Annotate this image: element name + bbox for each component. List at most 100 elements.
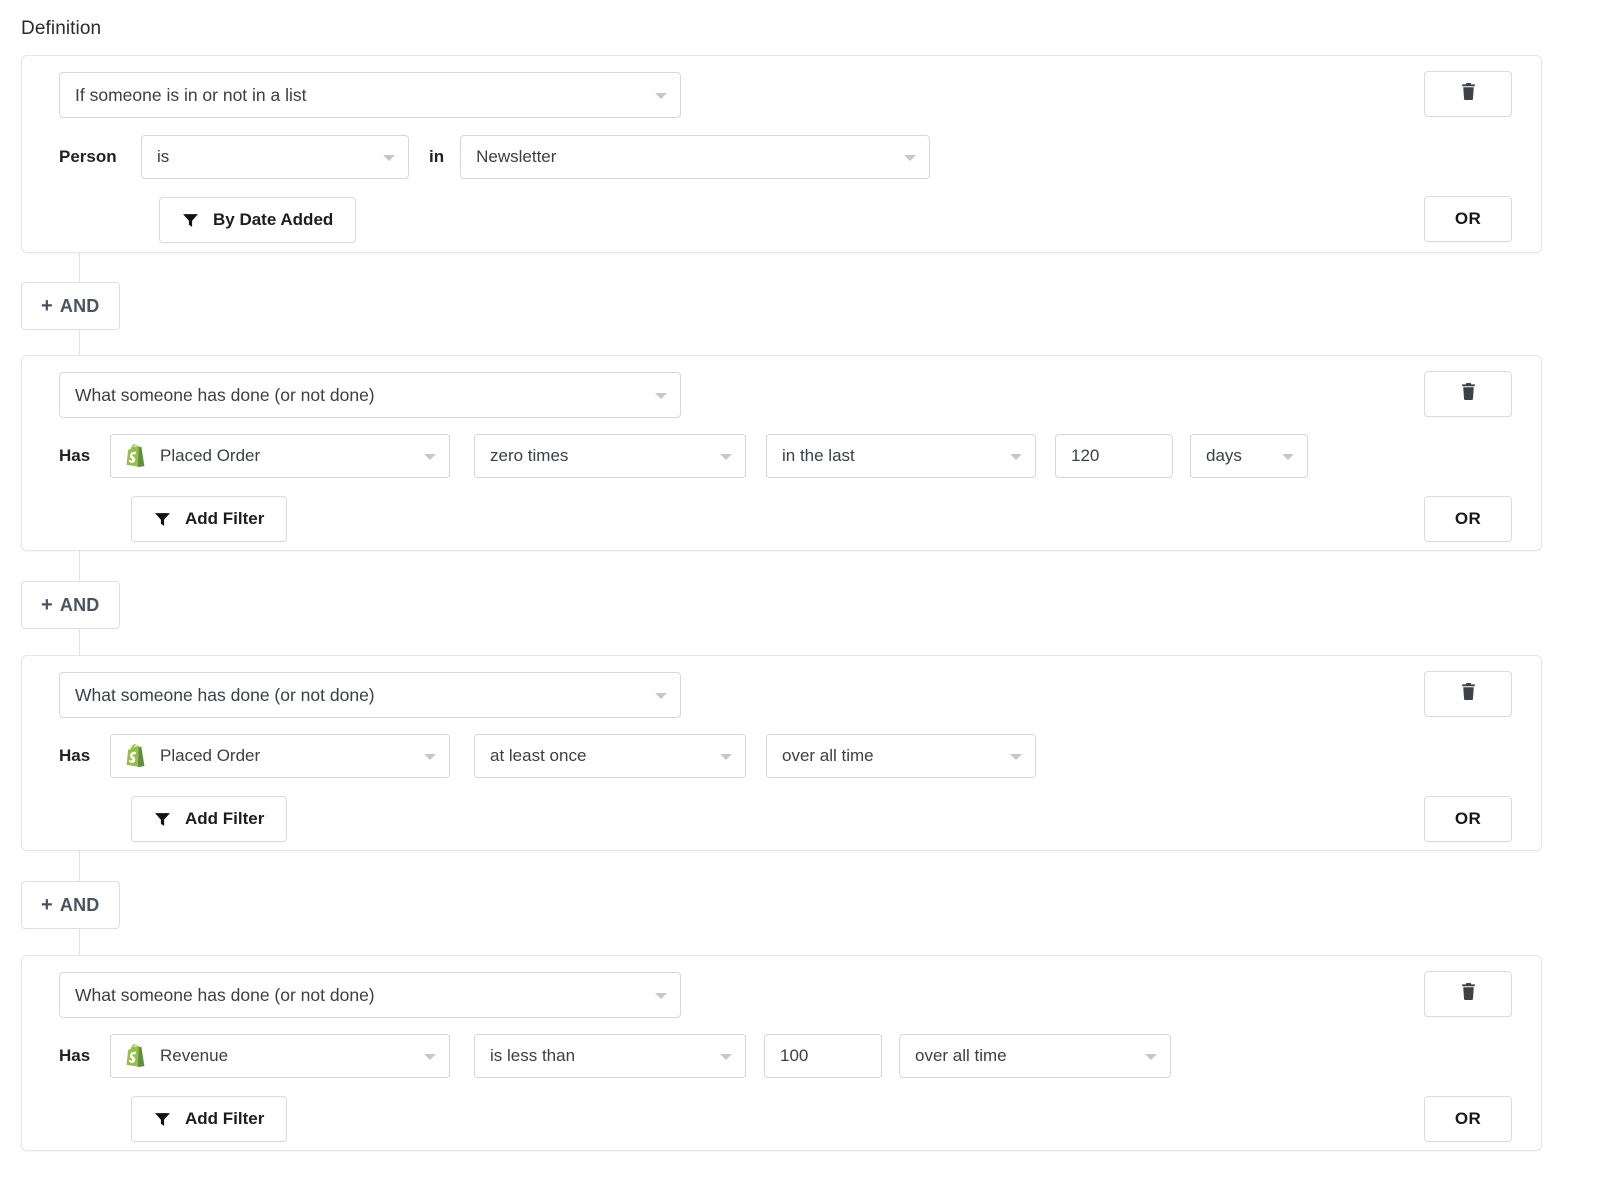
unit-select-2[interactable]: days <box>1190 434 1308 478</box>
condition-type-value: If someone is in or not in a list <box>75 85 307 106</box>
chevron-down-icon <box>720 1054 732 1060</box>
funnel-icon <box>154 811 171 828</box>
and-label: AND <box>60 296 100 317</box>
amount-input-2[interactable]: 120 <box>1055 434 1173 478</box>
condition-card-3: What someone has done (or not done) Has … <box>21 655 1542 851</box>
chevron-down-icon <box>1010 454 1022 460</box>
chevron-down-icon <box>655 393 667 399</box>
shopify-icon <box>126 444 148 468</box>
has-row-2: Has Placed Order zero times in the last <box>59 434 1308 478</box>
person-operator-select[interactable]: is <box>141 135 409 179</box>
metric-value: Revenue <box>160 1046 228 1066</box>
add-filter-button[interactable]: Add Filter <box>131 1096 287 1142</box>
or-button[interactable]: OR <box>1424 496 1512 542</box>
add-filter-button[interactable]: Add Filter <box>131 496 287 542</box>
list-select[interactable]: Newsletter <box>460 135 930 179</box>
condition-type-select-1[interactable]: If someone is in or not in a list <box>59 72 681 118</box>
person-row: Person is in Newsletter <box>59 135 930 179</box>
condition-type-select-2[interactable]: What someone has done (or not done) <box>59 372 681 418</box>
amount-value: 100 <box>780 1046 808 1066</box>
trash-icon <box>1460 82 1477 106</box>
or-button[interactable]: OR <box>1424 1096 1512 1142</box>
add-filter-row-2: Add Filter <box>131 496 287 542</box>
delete-row-1 <box>1424 71 1512 117</box>
timeframe-value: over all time <box>782 746 874 766</box>
chevron-down-icon <box>1010 754 1022 760</box>
add-and-button-3[interactable]: + AND <box>21 881 120 929</box>
chevron-down-icon <box>655 93 667 99</box>
frequency-select-2[interactable]: zero times <box>474 434 746 478</box>
condition-type-row-1: If someone is in or not in a list <box>59 72 681 118</box>
delete-condition-button[interactable] <box>1424 971 1512 1017</box>
condition-type-value: What someone has done (or not done) <box>75 685 375 706</box>
frequency-select-4[interactable]: is less than <box>474 1034 746 1078</box>
metric-select-4[interactable]: Revenue <box>110 1034 450 1078</box>
add-and-button-2[interactable]: + AND <box>21 581 120 629</box>
chevron-down-icon <box>720 754 732 760</box>
timeframe-select-4[interactable]: over all time <box>899 1034 1171 1078</box>
or-button[interactable]: OR <box>1424 196 1512 242</box>
chevron-down-icon <box>1282 454 1294 460</box>
delete-condition-button[interactable] <box>1424 371 1512 417</box>
condition-type-row-2: What someone has done (or not done) <box>59 372 681 418</box>
or-button[interactable]: OR <box>1424 796 1512 842</box>
or-row-2: OR <box>1424 496 1512 542</box>
funnel-icon <box>154 511 171 528</box>
or-label: OR <box>1455 209 1481 229</box>
by-date-added-label: By Date Added <box>213 210 333 230</box>
list-value: Newsletter <box>476 147 556 167</box>
metric-value: Placed Order <box>160 746 260 766</box>
add-filter-label: Add Filter <box>185 509 264 529</box>
add-filter-row-4: Add Filter <box>131 1096 287 1142</box>
trash-icon <box>1460 382 1477 406</box>
chevron-down-icon <box>655 693 667 699</box>
delete-row-4 <box>1424 971 1512 1017</box>
condition-type-row-3: What someone has done (or not done) <box>59 672 681 718</box>
chevron-down-icon <box>720 454 732 460</box>
delete-condition-button[interactable] <box>1424 71 1512 117</box>
chevron-down-icon <box>424 454 436 460</box>
by-date-added-button[interactable]: By Date Added <box>159 197 356 243</box>
or-row-1: OR <box>1424 196 1512 242</box>
trash-icon <box>1460 982 1477 1006</box>
or-row-3: OR <box>1424 796 1512 842</box>
shopify-icon <box>126 744 148 768</box>
shopify-icon <box>126 1044 148 1068</box>
chevron-down-icon <box>1145 1054 1157 1060</box>
metric-select-3[interactable]: Placed Order <box>110 734 450 778</box>
condition-type-value: What someone has done (or not done) <box>75 385 375 406</box>
connector-line <box>79 929 80 955</box>
person-label: Person <box>59 147 141 167</box>
timeframe-value: over all time <box>915 1046 1007 1066</box>
and-label: AND <box>60 595 100 616</box>
condition-card-2: What someone has done (or not done) Has … <box>21 355 1542 551</box>
chevron-down-icon <box>904 155 916 161</box>
add-filter-label: Add Filter <box>185 1109 264 1129</box>
add-and-button-1[interactable]: + AND <box>21 282 120 330</box>
timeframe-select-3[interactable]: over all time <box>766 734 1036 778</box>
by-date-added-row: By Date Added <box>159 197 356 243</box>
delete-condition-button[interactable] <box>1424 671 1512 717</box>
amount-input-4[interactable]: 100 <box>764 1034 882 1078</box>
condition-card-1: If someone is in or not in a list Person… <box>21 55 1542 253</box>
or-label: OR <box>1455 1109 1481 1129</box>
plus-icon: + <box>41 595 53 615</box>
add-filter-button[interactable]: Add Filter <box>131 796 287 842</box>
person-operator-value: is <box>157 147 169 167</box>
has-label: Has <box>59 1046 110 1066</box>
frequency-value: at least once <box>490 746 586 766</box>
condition-type-select-3[interactable]: What someone has done (or not done) <box>59 672 681 718</box>
frequency-select-3[interactable]: at least once <box>474 734 746 778</box>
chevron-down-icon <box>655 993 667 999</box>
add-filter-label: Add Filter <box>185 809 264 829</box>
funnel-icon <box>154 1111 171 1128</box>
delete-row-2 <box>1424 371 1512 417</box>
unit-value: days <box>1206 446 1242 466</box>
amount-value: 120 <box>1071 446 1099 466</box>
metric-value: Placed Order <box>160 446 260 466</box>
connector-line <box>79 330 80 355</box>
condition-type-select-4[interactable]: What someone has done (or not done) <box>59 972 681 1018</box>
metric-select-2[interactable]: Placed Order <box>110 434 450 478</box>
frequency-value: is less than <box>490 1046 575 1066</box>
timeframe-select-2[interactable]: in the last <box>766 434 1036 478</box>
